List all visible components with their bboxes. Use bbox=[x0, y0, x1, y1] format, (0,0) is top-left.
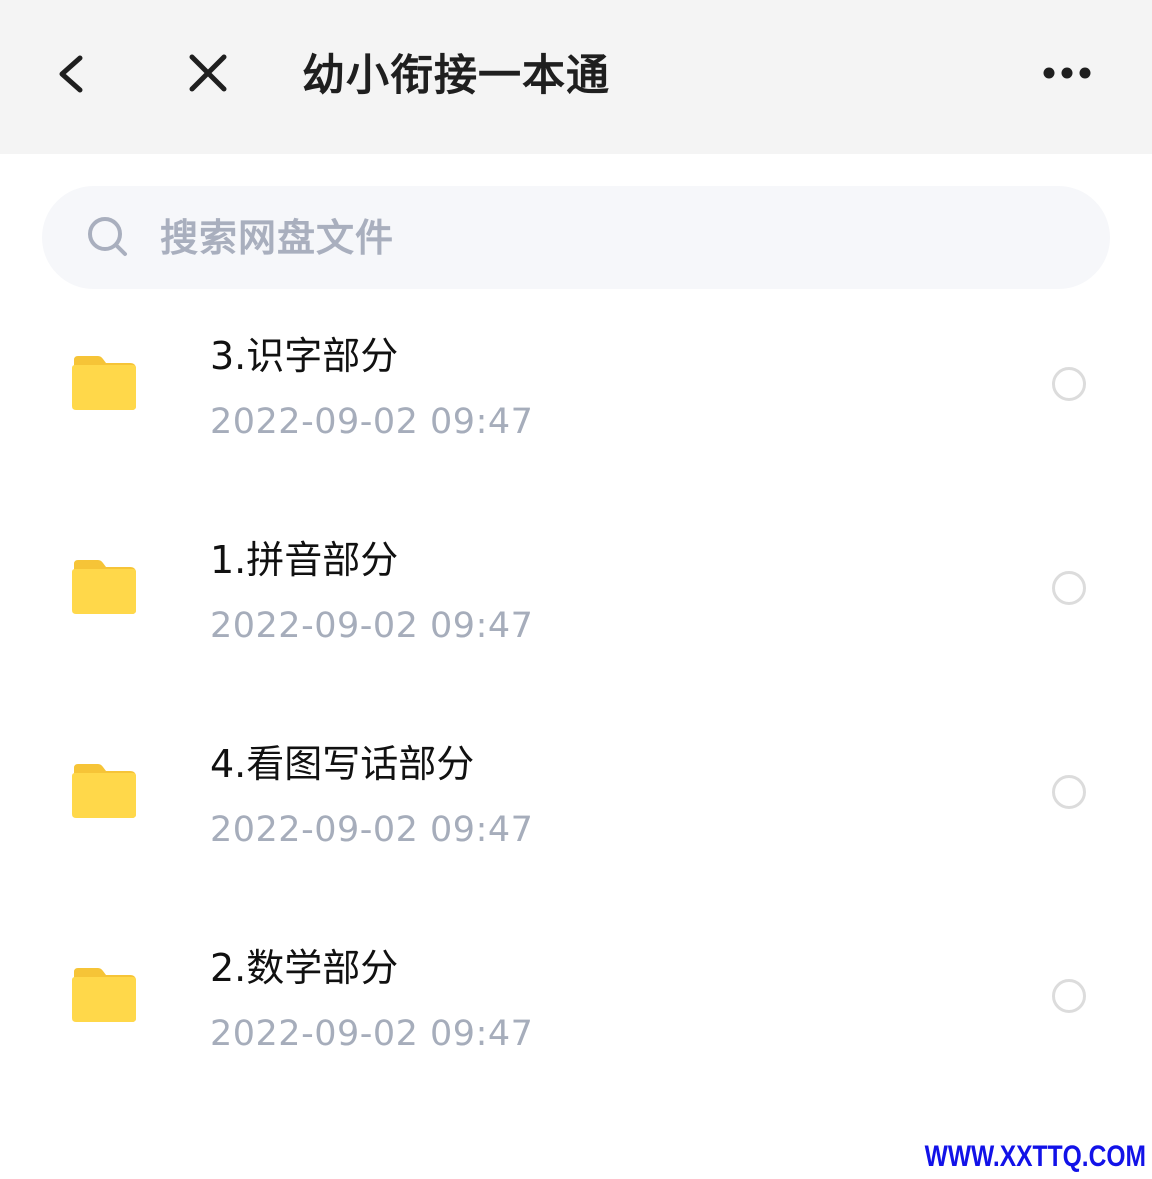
folder-date: 2022-09-02 09:47 bbox=[210, 402, 534, 442]
chevron-left-icon bbox=[59, 55, 83, 93]
close-button[interactable] bbox=[178, 44, 238, 104]
list-item[interactable]: 2.数学部分 2022-09-02 09:47 bbox=[0, 894, 1152, 1098]
more-horizontal-icon bbox=[1043, 67, 1091, 79]
watermark: WWW.XXTTQ.COM bbox=[924, 1140, 1146, 1173]
list-item[interactable]: 4.看图写话部分 2022-09-02 09:47 bbox=[0, 690, 1152, 894]
folder-name: 4.看图写话部分 bbox=[210, 742, 475, 786]
folder-icon bbox=[72, 968, 136, 1022]
folder-date: 2022-09-02 09:47 bbox=[210, 1014, 534, 1054]
page-title: 幼小衔接一本通 bbox=[302, 51, 610, 101]
back-button[interactable] bbox=[40, 44, 100, 104]
search-placeholder: 搜索网盘文件 bbox=[160, 216, 395, 260]
select-checkbox[interactable] bbox=[1052, 775, 1086, 809]
more-options-button[interactable] bbox=[1036, 44, 1098, 104]
select-checkbox[interactable] bbox=[1052, 367, 1086, 401]
select-checkbox[interactable] bbox=[1052, 571, 1086, 605]
folder-date: 2022-09-02 09:47 bbox=[210, 606, 534, 646]
folder-icon bbox=[72, 764, 136, 818]
search-icon bbox=[88, 217, 127, 256]
folder-icon bbox=[72, 356, 136, 410]
select-checkbox[interactable] bbox=[1052, 979, 1086, 1013]
close-icon bbox=[189, 54, 227, 92]
folder-name: 1.拼音部分 bbox=[210, 538, 399, 582]
top-bar: 幼小衔接一本通 bbox=[0, 0, 1152, 154]
list-item[interactable]: 1.拼音部分 2022-09-02 09:47 bbox=[0, 486, 1152, 690]
folder-name: 3.识字部分 bbox=[210, 334, 399, 378]
file-browser-page: 幼小衔接一本通 搜索网盘文件 3.识字部分 2022-09-02 09:47 1… bbox=[0, 0, 1152, 1179]
folder-date: 2022-09-02 09:47 bbox=[210, 810, 534, 850]
folder-name: 2.数学部分 bbox=[210, 946, 399, 990]
list-item[interactable]: 3.识字部分 2022-09-02 09:47 bbox=[0, 282, 1152, 486]
folder-icon bbox=[72, 560, 136, 614]
